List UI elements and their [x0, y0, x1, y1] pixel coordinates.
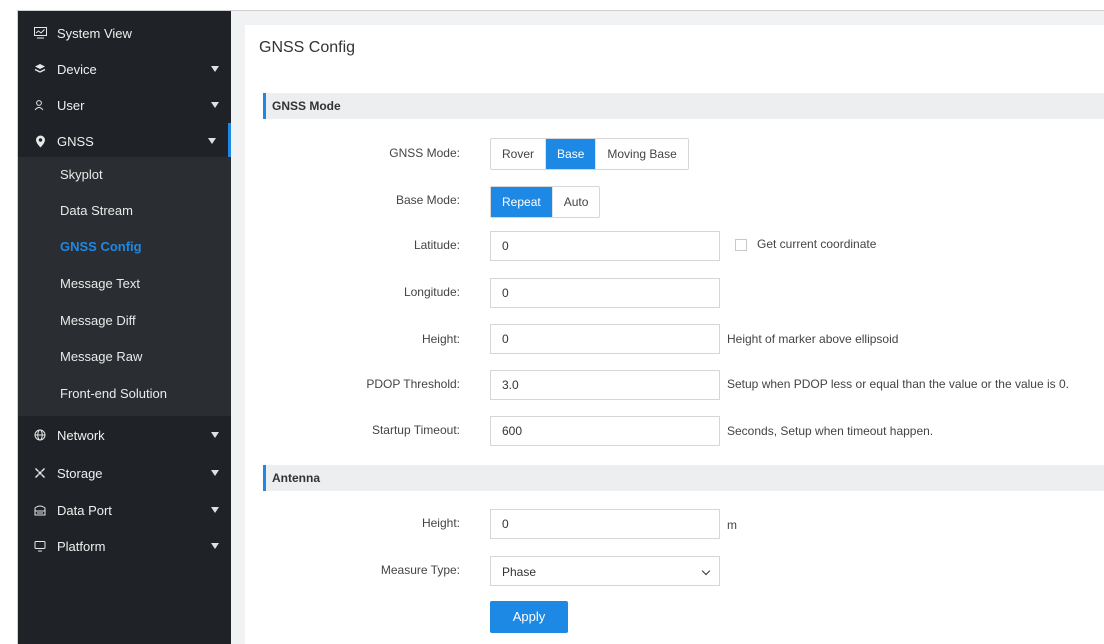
- base-mode-repeat-button[interactable]: Repeat: [491, 187, 553, 217]
- sub-item-front-end-solution[interactable]: Front-end Solution: [60, 376, 167, 412]
- monitor-icon: [33, 26, 47, 40]
- sub-item-message-text[interactable]: Message Text: [60, 266, 140, 302]
- nav-label: System View: [57, 25, 132, 41]
- gnss-mode-moving-base-button[interactable]: Moving Base: [596, 139, 687, 169]
- measure-type-label: Measure Type:: [380, 563, 460, 577]
- chevron-down-icon: [701, 566, 711, 576]
- sub-item-skyplot[interactable]: Skyplot: [60, 157, 103, 193]
- caret-down-icon: [211, 66, 219, 72]
- nav-label: Network: [57, 427, 105, 443]
- pdop-threshold-label: PDOP Threshold:: [366, 377, 460, 391]
- nav-item-device[interactable]: Device: [18, 51, 231, 87]
- longitude-input[interactable]: [490, 278, 720, 308]
- apply-button[interactable]: Apply: [490, 601, 568, 633]
- startup-timeout-hint: Seconds, Setup when timeout happen.: [727, 424, 934, 438]
- nav-label: GNSS: [57, 133, 94, 149]
- location-pin-icon: [33, 134, 47, 148]
- section-gnss-mode: GNSS Mode: [263, 93, 1104, 119]
- nav-item-data-port[interactable]: Data Port: [18, 492, 231, 528]
- height-input[interactable]: [490, 324, 720, 354]
- user-icon: [33, 98, 47, 112]
- nav-item-platform[interactable]: Platform: [18, 528, 231, 564]
- antenna-height-input[interactable]: [490, 509, 720, 539]
- caret-down-icon: [208, 138, 216, 144]
- page-header: GNSS Config: [245, 25, 1104, 74]
- nav-item-network[interactable]: Network: [18, 417, 231, 453]
- base-mode-label: Base Mode:: [395, 193, 460, 207]
- data-port-icon: [33, 503, 47, 517]
- startup-timeout-label: Startup Timeout:: [371, 423, 460, 437]
- caret-down-icon: [211, 507, 219, 513]
- gnss-mode-toggle: Rover Base Moving Base: [490, 138, 689, 170]
- nav-label: Platform: [57, 538, 106, 554]
- latitude-label: Latitude:: [413, 238, 460, 252]
- base-mode-toggle: Repeat Auto: [490, 186, 601, 218]
- caret-down-icon: [211, 470, 219, 476]
- measure-type-select[interactable]: Phase: [490, 556, 720, 586]
- config-panel: GNSS Mode GNSS Mode: Rover Base Moving B…: [245, 73, 1104, 644]
- nav-item-storage[interactable]: Storage: [18, 455, 231, 491]
- measure-type-value: Phase: [502, 565, 537, 579]
- sidebar: System View Device User GNSS Skyplot Dat…: [18, 11, 231, 644]
- nav-item-gnss[interactable]: GNSS: [18, 123, 231, 159]
- nav-label: Storage: [57, 465, 103, 481]
- get-current-coordinate-checkbox[interactable]: [735, 239, 747, 251]
- section-antenna: Antenna: [263, 465, 1104, 491]
- nav-label: User: [57, 97, 85, 113]
- latitude-input[interactable]: [490, 231, 720, 261]
- startup-timeout-input[interactable]: [490, 416, 720, 446]
- main-content: GNSS Config GNSS Mode GNSS Mode: Rover B…: [231, 11, 1104, 644]
- nav-item-user[interactable]: User: [18, 87, 231, 123]
- pdop-threshold-input[interactable]: [490, 370, 720, 400]
- pdop-threshold-hint: Setup when PDOP less or equal than the v…: [727, 377, 1069, 391]
- sub-item-gnss-config[interactable]: GNSS Config: [60, 229, 142, 265]
- nav-label: Device: [57, 61, 97, 77]
- app-window: System View Device User GNSS Skyplot Dat…: [17, 10, 1104, 644]
- sub-item-message-raw[interactable]: Message Raw: [60, 339, 142, 375]
- caret-down-icon: [211, 543, 219, 549]
- gnss-mode-label: GNSS Mode:: [389, 146, 460, 160]
- nav-item-system-view[interactable]: System View: [18, 15, 231, 51]
- platform-icon: [33, 539, 47, 553]
- storage-icon: [33, 466, 47, 480]
- height-hint: Height of marker above ellipsoid: [727, 332, 899, 346]
- antenna-height-label: Height:: [421, 516, 460, 530]
- longitude-label: Longitude:: [403, 285, 460, 299]
- layers-icon: [33, 62, 47, 76]
- height-label: Height:: [421, 332, 460, 346]
- sub-item-message-diff[interactable]: Message Diff: [60, 303, 136, 339]
- caret-down-icon: [211, 102, 219, 108]
- gnss-mode-base-button[interactable]: Base: [546, 139, 597, 169]
- globe-icon: [33, 428, 47, 442]
- sub-item-data-stream[interactable]: Data Stream: [60, 193, 133, 229]
- nav-label: Data Port: [57, 502, 112, 518]
- gnss-submenu: Skyplot Data Stream GNSS Config Message …: [18, 157, 231, 416]
- antenna-height-unit: m: [727, 518, 737, 532]
- base-mode-auto-button[interactable]: Auto: [553, 187, 600, 217]
- get-current-coordinate-label: Get current coordinate: [757, 237, 877, 251]
- caret-down-icon: [211, 432, 219, 438]
- page-title: GNSS Config: [259, 39, 356, 56]
- gnss-mode-rover-button[interactable]: Rover: [491, 139, 547, 169]
